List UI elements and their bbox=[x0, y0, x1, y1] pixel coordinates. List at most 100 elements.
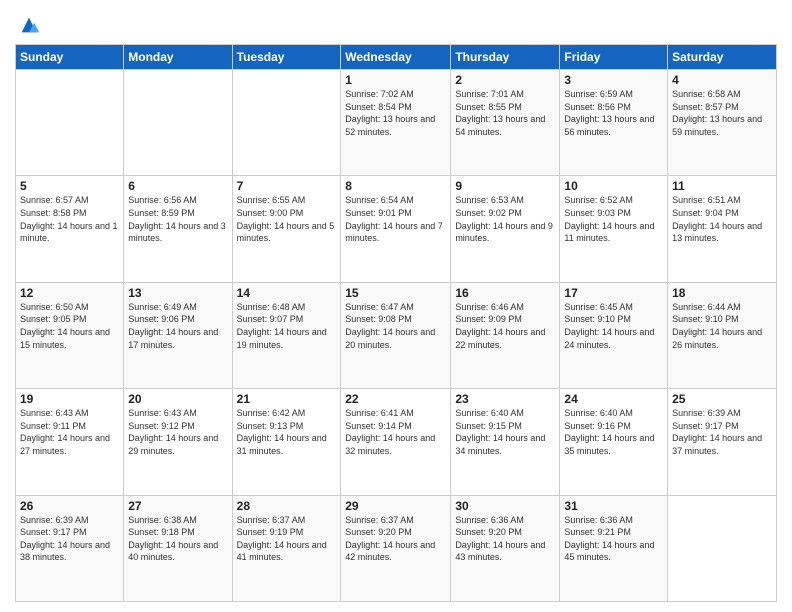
calendar-cell bbox=[16, 70, 124, 176]
day-number: 27 bbox=[128, 499, 227, 513]
day-info: Sunrise: 6:55 AM Sunset: 9:00 PM Dayligh… bbox=[237, 195, 335, 243]
calendar-cell: 16 Sunrise: 6:46 AM Sunset: 9:09 PM Dayli… bbox=[451, 282, 560, 388]
day-info: Sunrise: 6:37 AM Sunset: 9:19 PM Dayligh… bbox=[237, 515, 327, 563]
calendar-cell: 2 Sunrise: 7:01 AM Sunset: 8:55 PM Daylig… bbox=[451, 70, 560, 176]
calendar-cell: 8 Sunrise: 6:54 AM Sunset: 9:01 PM Daylig… bbox=[341, 176, 451, 282]
day-number: 21 bbox=[237, 392, 337, 406]
page: SundayMondayTuesdayWednesdayThursdayFrid… bbox=[0, 0, 792, 612]
day-info: Sunrise: 6:45 AM Sunset: 9:10 PM Dayligh… bbox=[564, 302, 654, 350]
day-info: Sunrise: 6:43 AM Sunset: 9:11 PM Dayligh… bbox=[20, 408, 110, 456]
logo bbox=[15, 14, 40, 36]
day-number: 25 bbox=[672, 392, 772, 406]
calendar-cell: 13 Sunrise: 6:49 AM Sunset: 9:06 PM Dayli… bbox=[124, 282, 232, 388]
day-number: 4 bbox=[672, 73, 772, 87]
day-info: Sunrise: 6:41 AM Sunset: 9:14 PM Dayligh… bbox=[345, 408, 435, 456]
day-number: 3 bbox=[564, 73, 663, 87]
day-number: 9 bbox=[455, 179, 555, 193]
day-info: Sunrise: 6:50 AM Sunset: 9:05 PM Dayligh… bbox=[20, 302, 110, 350]
calendar-cell: 24 Sunrise: 6:40 AM Sunset: 9:16 PM Dayli… bbox=[560, 389, 668, 495]
day-of-week-header: Monday bbox=[124, 45, 232, 70]
day-info: Sunrise: 6:39 AM Sunset: 9:17 PM Dayligh… bbox=[672, 408, 762, 456]
calendar-cell: 20Sunrise: 6:43 AM Sunset: 9:12 PM Dayli… bbox=[124, 389, 232, 495]
day-info: Sunrise: 6:38 AM Sunset: 9:18 PM Dayligh… bbox=[128, 515, 218, 563]
day-number: 20 bbox=[128, 392, 227, 406]
day-info: Sunrise: 7:02 AM Sunset: 8:54 PM Dayligh… bbox=[345, 89, 435, 137]
day-number: 19 bbox=[20, 392, 119, 406]
day-info: Sunrise: 6:40 AM Sunset: 9:16 PM Dayligh… bbox=[564, 408, 654, 456]
day-of-week-header: Thursday bbox=[451, 45, 560, 70]
day-of-week-header: Sunday bbox=[16, 45, 124, 70]
day-number: 18 bbox=[672, 286, 772, 300]
calendar-cell: 17 Sunrise: 6:45 AM Sunset: 9:10 PM Dayli… bbox=[560, 282, 668, 388]
calendar-cell: 11 Sunrise: 6:51 AM Sunset: 9:04 PM Dayli… bbox=[668, 176, 777, 282]
day-info: Sunrise: 6:53 AM Sunset: 9:02 PM Dayligh… bbox=[455, 195, 553, 243]
day-number: 13 bbox=[128, 286, 227, 300]
day-number: 8 bbox=[345, 179, 446, 193]
calendar-cell: 27 Sunrise: 6:38 AM Sunset: 9:18 PM Dayli… bbox=[124, 495, 232, 601]
calendar-cell bbox=[668, 495, 777, 601]
day-info: Sunrise: 6:49 AM Sunset: 9:06 PM Dayligh… bbox=[128, 302, 218, 350]
day-number: 1 bbox=[345, 73, 446, 87]
day-info: Sunrise: 6:56 AM Sunset: 8:59 PM Dayligh… bbox=[128, 195, 226, 243]
day-number: 24 bbox=[564, 392, 663, 406]
calendar-cell: 5 Sunrise: 6:57 AM Sunset: 8:58 PM Daylig… bbox=[16, 176, 124, 282]
day-number: 22 bbox=[345, 392, 446, 406]
day-of-week-header: Friday bbox=[560, 45, 668, 70]
day-number: 17 bbox=[564, 286, 663, 300]
calendar-cell: 31 Sunrise: 6:36 AM Sunset: 9:21 PM Dayli… bbox=[560, 495, 668, 601]
day-number: 7 bbox=[237, 179, 337, 193]
day-info: Sunrise: 6:46 AM Sunset: 9:09 PM Dayligh… bbox=[455, 302, 545, 350]
day-info: Sunrise: 6:36 AM Sunset: 9:21 PM Dayligh… bbox=[564, 515, 654, 563]
calendar-cell: 30 Sunrise: 6:36 AM Sunset: 9:20 PM Dayli… bbox=[451, 495, 560, 601]
day-number: 6 bbox=[128, 179, 227, 193]
day-number: 29 bbox=[345, 499, 446, 513]
day-of-week-header: Saturday bbox=[668, 45, 777, 70]
calendar-cell: 3 Sunrise: 6:59 AM Sunset: 8:56 PM Daylig… bbox=[560, 70, 668, 176]
day-number: 10 bbox=[564, 179, 663, 193]
day-info: Sunrise: 6:52 AM Sunset: 9:03 PM Dayligh… bbox=[564, 195, 654, 243]
calendar-cell: 7 Sunrise: 6:55 AM Sunset: 9:00 PM Daylig… bbox=[232, 176, 341, 282]
day-info: Sunrise: 6:59 AM Sunset: 8:56 PM Dayligh… bbox=[564, 89, 654, 137]
day-number: 23 bbox=[455, 392, 555, 406]
calendar-cell: 26Sunrise: 6:39 AM Sunset: 9:17 PM Dayli… bbox=[16, 495, 124, 601]
day-info: Sunrise: 6:51 AM Sunset: 9:04 PM Dayligh… bbox=[672, 195, 762, 243]
calendar-cell: 25 Sunrise: 6:39 AM Sunset: 9:17 PM Dayli… bbox=[668, 389, 777, 495]
day-info: Sunrise: 6:57 AM Sunset: 8:58 PM Dayligh… bbox=[20, 195, 118, 243]
calendar-cell: 15 Sunrise: 6:47 AM Sunset: 9:08 PM Dayli… bbox=[341, 282, 451, 388]
calendar-table: SundayMondayTuesdayWednesdayThursdayFrid… bbox=[15, 44, 777, 602]
day-number: 2 bbox=[455, 73, 555, 87]
day-info: Sunrise: 6:47 AM Sunset: 9:08 PM Dayligh… bbox=[345, 302, 435, 350]
day-number: 30 bbox=[455, 499, 555, 513]
day-info: Sunrise: 6:58 AM Sunset: 8:57 PM Dayligh… bbox=[672, 89, 762, 137]
calendar-cell: 28 Sunrise: 6:37 AM Sunset: 9:19 PM Dayli… bbox=[232, 495, 341, 601]
day-info: Sunrise: 6:36 AM Sunset: 9:20 PM Dayligh… bbox=[455, 515, 545, 563]
day-number: 11 bbox=[672, 179, 772, 193]
day-number: 12 bbox=[20, 286, 119, 300]
day-info: Sunrise: 6:44 AM Sunset: 9:10 PM Dayligh… bbox=[672, 302, 762, 350]
day-number: 31 bbox=[564, 499, 663, 513]
day-info: Sunrise: 7:01 AM Sunset: 8:55 PM Dayligh… bbox=[455, 89, 545, 137]
day-info: Sunrise: 6:42 AM Sunset: 9:13 PM Dayligh… bbox=[237, 408, 327, 456]
day-number: 15 bbox=[345, 286, 446, 300]
day-info: Sunrise: 6:48 AM Sunset: 9:07 PM Dayligh… bbox=[237, 302, 327, 350]
day-number: 28 bbox=[237, 499, 337, 513]
day-info: Sunrise: 6:37 AM Sunset: 9:20 PM Dayligh… bbox=[345, 515, 435, 563]
calendar-cell: 22 Sunrise: 6:41 AM Sunset: 9:14 PM Dayli… bbox=[341, 389, 451, 495]
calendar-cell: 10 Sunrise: 6:52 AM Sunset: 9:03 PM Dayli… bbox=[560, 176, 668, 282]
calendar-cell: 14 Sunrise: 6:48 AM Sunset: 9:07 PM Dayli… bbox=[232, 282, 341, 388]
day-info: Sunrise: 6:54 AM Sunset: 9:01 PM Dayligh… bbox=[345, 195, 443, 243]
calendar-cell: 4 Sunrise: 6:58 AM Sunset: 8:57 PM Daylig… bbox=[668, 70, 777, 176]
calendar-cell: 6 Sunrise: 6:56 AM Sunset: 8:59 PM Daylig… bbox=[124, 176, 232, 282]
header bbox=[15, 10, 777, 36]
day-number: 14 bbox=[237, 286, 337, 300]
day-info: Sunrise: 6:39 AM Sunset: 9:17 PM Dayligh… bbox=[20, 515, 110, 563]
calendar-cell: 29 Sunrise: 6:37 AM Sunset: 9:20 PM Dayli… bbox=[341, 495, 451, 601]
calendar-cell: 12 Sunrise: 6:50 AM Sunset: 9:05 PM Dayli… bbox=[16, 282, 124, 388]
day-info: Sunrise: 6:40 AM Sunset: 9:15 PM Dayligh… bbox=[455, 408, 545, 456]
day-of-week-header: Wednesday bbox=[341, 45, 451, 70]
calendar-cell: 23 Sunrise: 6:40 AM Sunset: 9:15 PM Dayli… bbox=[451, 389, 560, 495]
calendar-cell: 18 Sunrise: 6:44 AM Sunset: 9:10 PM Dayli… bbox=[668, 282, 777, 388]
day-number: 5 bbox=[20, 179, 119, 193]
day-number: 16 bbox=[455, 286, 555, 300]
calendar-cell: 21 Sunrise: 6:42 AM Sunset: 9:13 PM Dayli… bbox=[232, 389, 341, 495]
